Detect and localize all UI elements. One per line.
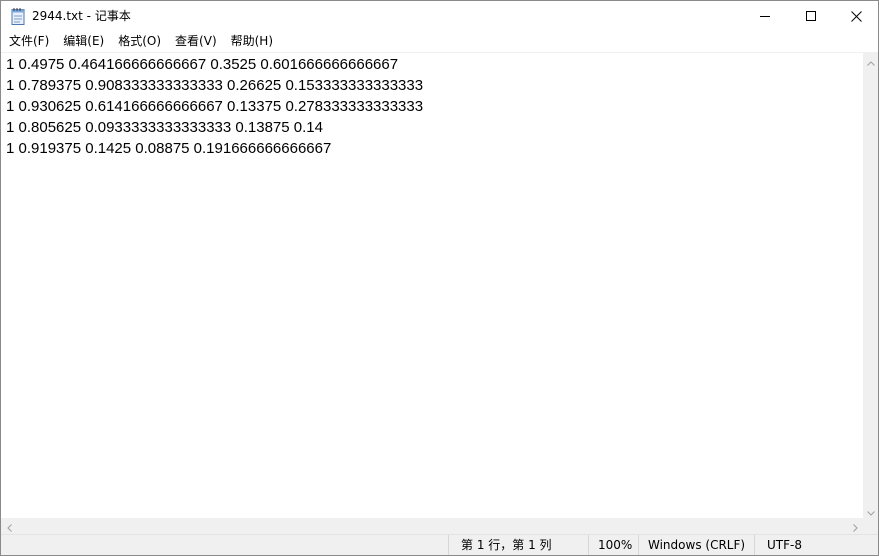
menu-edit[interactable]: 编辑(E) bbox=[56, 32, 111, 51]
menu-format[interactable]: 格式(O) bbox=[111, 32, 168, 51]
cursor-position: 第 1 行，第 1 列 bbox=[448, 535, 588, 555]
menu-bar: 文件(F) 编辑(E) 格式(O) 查看(V) 帮助(H) bbox=[1, 31, 878, 52]
menu-file[interactable]: 文件(F) bbox=[1, 32, 56, 51]
maximize-button[interactable] bbox=[788, 1, 834, 31]
close-button[interactable] bbox=[833, 1, 878, 31]
chevron-down-icon bbox=[867, 501, 875, 520]
text-line-5[interactable]: 1 0.919375 0.1425 0.08875 0.191666666666… bbox=[1, 138, 863, 159]
menu-view[interactable]: 查看(V) bbox=[168, 32, 224, 51]
horizontal-scrollbar[interactable] bbox=[1, 518, 863, 534]
minimize-icon bbox=[760, 11, 770, 21]
scroll-left-button[interactable] bbox=[1, 518, 17, 534]
vertical-scrollbar[interactable] bbox=[863, 51, 878, 520]
zoom-level: 100% bbox=[588, 535, 638, 555]
status-bar: 第 1 行，第 1 列 100% Windows (CRLF) UTF-8 bbox=[1, 534, 878, 555]
minimize-button[interactable] bbox=[742, 1, 788, 31]
text-line-3[interactable]: 1 0.930625 0.614166666666667 0.13375 0.2… bbox=[1, 96, 863, 117]
text-line-2[interactable]: 1 0.789375 0.908333333333333 0.26625 0.1… bbox=[1, 75, 863, 96]
line-ending: Windows (CRLF) bbox=[638, 535, 754, 555]
chevron-up-icon bbox=[867, 51, 875, 70]
scroll-up-button[interactable] bbox=[863, 51, 878, 70]
close-icon bbox=[850, 10, 862, 22]
text-line-1[interactable]: 1 0.4975 0.464166666666667 0.3525 0.6016… bbox=[1, 54, 863, 75]
text-content[interactable]: 1 0.4975 0.464166666666667 0.3525 0.6016… bbox=[1, 53, 863, 159]
menu-help[interactable]: 帮助(H) bbox=[224, 32, 280, 51]
text-editor[interactable]: 1 0.4975 0.464166666666667 0.3525 0.6016… bbox=[1, 52, 863, 518]
title-bar[interactable]: 2944.txt - 记事本 bbox=[1, 1, 878, 31]
maximize-icon bbox=[806, 11, 816, 21]
window-title: 2944.txt - 记事本 bbox=[32, 9, 131, 23]
chevron-right-icon bbox=[852, 517, 858, 536]
text-line-4[interactable]: 1 0.805625 0.0933333333333333 0.13875 0.… bbox=[1, 117, 863, 138]
encoding: UTF-8 bbox=[754, 535, 878, 555]
notepad-window: 2944.txt - 记事本 文件(F) 编辑(E) 格式(O) 查看(V) 帮… bbox=[0, 0, 879, 556]
scrollbar-corner bbox=[863, 518, 878, 534]
notepad-icon bbox=[10, 7, 26, 25]
scroll-down-button[interactable] bbox=[863, 501, 878, 520]
chevron-left-icon bbox=[6, 517, 12, 536]
scroll-right-button[interactable] bbox=[847, 518, 863, 534]
